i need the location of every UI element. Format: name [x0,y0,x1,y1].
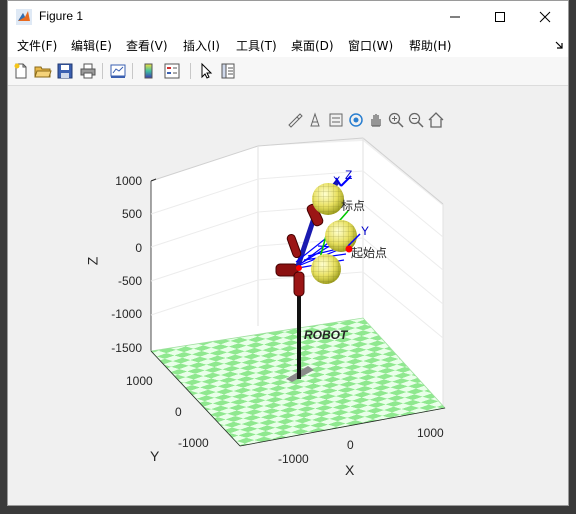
menu-desktop[interactable]: 桌面(D) [291,37,334,54]
toolbar-separator [190,63,191,79]
figure-window: Figure 1 文件(F) 编辑(E) 查看(V) 插入(I) 工具(T) 桌… [7,0,569,506]
title-bar: Figure 1 [8,1,568,33]
new-figure-icon[interactable] [12,62,30,80]
menu-view[interactable]: 查看(V) [126,37,168,54]
minimize-button[interactable] [432,1,478,33]
matlab-icon [16,9,32,25]
pointer-icon[interactable] [197,62,215,80]
z-tick-label: 0 [135,241,142,255]
menu-tools[interactable]: 工具(T) [236,37,277,54]
y-tick-label: -1000 [178,436,209,450]
figure-toolbar [8,57,568,86]
maximize-icon [495,12,505,22]
menu-insert[interactable]: 插入(I) [183,37,220,54]
menu-edit[interactable]: 编辑(E) [71,37,112,54]
menu-help[interactable]: 帮助(H) [409,37,451,54]
open-file-icon[interactable] [34,62,52,80]
menu-bar: 文件(F) 编辑(E) 查看(V) 插入(I) 工具(T) 桌面(D) 窗口(W… [8,33,568,57]
menu-window[interactable]: 窗口(W) [348,37,393,54]
z-tick-label: -1000 [111,307,142,321]
plot-3d[interactable] [8,86,568,505]
close-icon [539,11,551,23]
sphere-start [311,254,341,284]
close-button[interactable] [522,1,568,33]
link-plot-icon[interactable] [109,62,127,80]
minimize-icon [450,16,460,18]
z-tick-label: -500 [117,274,142,288]
figure-canvas[interactable]: Z X Y 标点 起始点 ROBOT 1000 500 0 -500 -1000… [8,86,568,505]
window-title: Figure 1 [39,9,84,23]
z-axis-label: Z [84,256,101,266]
maximize-button[interactable] [477,1,523,33]
menu-file[interactable]: 文件(F) [17,37,57,54]
property-inspector-icon[interactable] [219,62,237,80]
robot-joint [293,271,305,297]
joint-point-marker [296,265,302,271]
dock-arrow-icon[interactable] [554,40,564,50]
z-tick-label: 500 [121,207,142,221]
frame-x-label: X [333,175,341,187]
print-icon[interactable] [79,62,97,80]
z-tick-label: 1000 [115,174,142,188]
x-tick-label: -1000 [278,452,309,466]
x-tick-label: 0 [347,438,354,452]
frame-y-label: Y [361,224,370,238]
y-tick-label: 0 [175,405,182,419]
frame-z-label: Z [345,168,353,182]
toolbar-separator [132,63,133,79]
target-point-label: 标点 [341,199,366,213]
z-tick-label: -1500 [111,341,142,355]
sphere-target [312,183,344,215]
colorbar-icon[interactable] [140,62,158,80]
start-point-label: 起始点 [351,246,388,260]
save-icon[interactable] [56,62,74,80]
robot-label: ROBOT [304,328,348,342]
legend-icon[interactable] [163,62,181,80]
y-tick-label: 1000 [126,374,153,388]
y-axis-label: Y [150,448,160,464]
x-axis-label: X [345,462,355,478]
x-tick-label: 1000 [417,426,444,440]
toolbar-separator [102,63,103,79]
